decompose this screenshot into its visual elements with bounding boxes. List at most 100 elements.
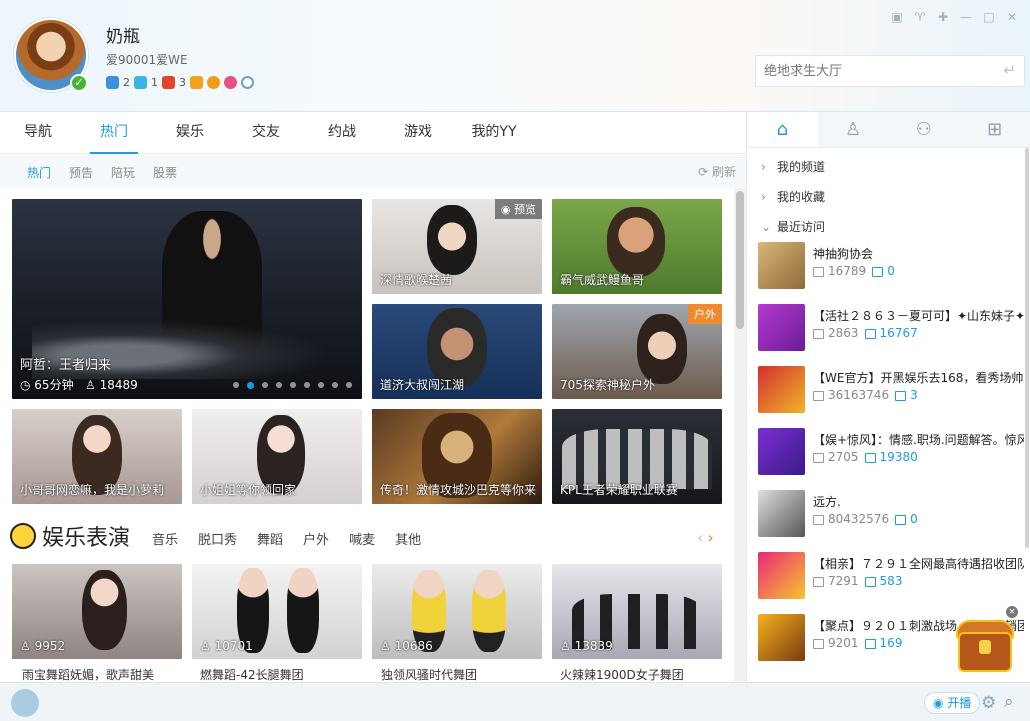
- tree-recent[interactable]: ⌄ 最近访问: [761, 212, 1030, 242]
- perf-title[interactable]: 火辣辣1900D女子舞团: [560, 666, 684, 683]
- scrollbar-thumb[interactable]: [736, 191, 744, 329]
- apps-grid-icon[interactable]: ⊞: [959, 112, 1030, 147]
- channel-thumbnail[interactable]: [758, 552, 805, 599]
- stream-tile[interactable]: 小姐姐等你领回家: [192, 409, 362, 504]
- recent-channel-item[interactable]: 神抽狗协会 16789 0: [758, 242, 1030, 304]
- carousel-dot[interactable]: [346, 382, 352, 388]
- heart-badge-icon[interactable]: [134, 76, 147, 89]
- friends-icon[interactable]: ⚇: [888, 112, 960, 147]
- minimize-icon[interactable]: —: [958, 9, 974, 25]
- skin-icon[interactable]: ▣: [889, 9, 905, 25]
- section-title[interactable]: 娱乐表演: [42, 520, 130, 552]
- right-scrollbar[interactable]: [1024, 148, 1030, 682]
- maximize-icon[interactable]: □: [981, 9, 997, 25]
- main-scrollbar[interactable]: [734, 189, 746, 684]
- carousel-dot[interactable]: [233, 382, 239, 388]
- smile-badge-icon[interactable]: [207, 76, 220, 89]
- carousel-dot[interactable]: [276, 382, 282, 388]
- channel-thumbnail[interactable]: [758, 428, 805, 475]
- channel-title[interactable]: 远方.: [813, 493, 1028, 510]
- carousel-dot[interactable]: [332, 382, 338, 388]
- carousel-dot[interactable]: [304, 382, 310, 388]
- perf-tile[interactable]: ♙ 13839: [552, 564, 722, 659]
- stream-tile[interactable]: 道济大叔闯江湖: [372, 304, 542, 399]
- next-arrow-icon[interactable]: ›: [707, 528, 713, 547]
- channel-title[interactable]: 【WE官方】开黑娱乐去168，看秀场帅哥: [813, 369, 1028, 386]
- tree-my-favorites[interactable]: › 我的收藏: [761, 182, 1030, 212]
- category-outdoor[interactable]: 户外: [303, 529, 329, 548]
- carousel-dot[interactable]: [247, 382, 254, 389]
- stream-tile[interactable]: ◉ 预览 深情歌喉楚茜: [372, 199, 542, 294]
- stream-tile[interactable]: 户外 705探索神秘户外: [552, 304, 722, 399]
- stream-tile[interactable]: 小哥哥网恋嘛，我是小萝莉: [12, 409, 182, 504]
- perf-title[interactable]: 燃舞蹈-42长腿舞团: [200, 666, 304, 683]
- refresh-button[interactable]: ⟳ 刷新: [698, 163, 736, 180]
- recent-channel-item[interactable]: 【活社２８６３－夏可可】✦山东妹子✦ 2863 16767: [758, 304, 1030, 366]
- stream-tile[interactable]: 传奇！激情攻城沙巴克等你来: [372, 409, 542, 504]
- channel-title[interactable]: 【活社２８６３－夏可可】✦山东妹子✦: [813, 307, 1028, 324]
- featured-stream-tile[interactable]: 阿哲：王者归来 ◷ 65分钟 ♙ 18489: [12, 199, 362, 399]
- category-music[interactable]: 音乐: [152, 529, 178, 548]
- user-name[interactable]: 奶瓶: [106, 22, 140, 47]
- search-input[interactable]: [756, 56, 986, 86]
- channel-title[interactable]: 【相亲】７２９１全网最高待遇招收团队: [813, 555, 1028, 572]
- channel-thumbnail[interactable]: [758, 366, 805, 413]
- channel-thumbnail[interactable]: [758, 490, 805, 537]
- v-badge-icon[interactable]: [162, 76, 175, 89]
- prev-arrow-icon[interactable]: ‹: [697, 528, 703, 547]
- search-icon[interactable]: ⌕: [1004, 692, 1014, 712]
- channel-thumbnail[interactable]: [758, 614, 805, 661]
- shirt-icon[interactable]: ♈: [912, 9, 928, 25]
- recent-channel-item[interactable]: 【相亲】７２９１全网最高待遇招收团队 7291 583: [758, 552, 1030, 614]
- treasure-chest-icon[interactable]: [952, 614, 1018, 676]
- channel-title[interactable]: 神抽狗协会: [813, 245, 1028, 262]
- carousel-dot[interactable]: [318, 382, 324, 388]
- scrollbar-thumb[interactable]: [1025, 148, 1029, 548]
- stream-tile[interactable]: KPL王者荣耀职业联赛: [552, 409, 722, 504]
- recent-channel-item[interactable]: 【娱+惊风】：情感.职场.问题解答。惊风 2705 19380: [758, 428, 1030, 490]
- subtab-preview[interactable]: 预告: [69, 164, 93, 181]
- gamepad-badge-icon[interactable]: [106, 76, 119, 89]
- tab-battle[interactable]: 约战: [304, 112, 380, 153]
- contact-icon[interactable]: ♙: [817, 112, 889, 147]
- tab-navigation[interactable]: 导航: [0, 112, 76, 153]
- eye-badge-icon[interactable]: [241, 76, 254, 89]
- close-icon[interactable]: ✕: [1004, 9, 1020, 25]
- perf-title[interactable]: 独领风骚时代舞团: [381, 666, 477, 683]
- enter-icon[interactable]: ↵: [1003, 61, 1016, 79]
- tab-my-yy[interactable]: 我的YY: [456, 112, 532, 153]
- user-signature[interactable]: 爱90001爱WE: [106, 51, 188, 68]
- subtab-companion[interactable]: 陪玩: [111, 164, 135, 181]
- channel-thumbnail[interactable]: [758, 304, 805, 351]
- stream-tile[interactable]: 霸气威武鳗鱼哥: [552, 199, 722, 294]
- love-badge-icon[interactable]: [224, 76, 237, 89]
- category-mc[interactable]: 喊麦: [349, 529, 375, 548]
- perf-tile[interactable]: ♙ 10686: [372, 564, 542, 659]
- mascot-icon[interactable]: [11, 689, 39, 717]
- home-icon[interactable]: ⌂: [747, 112, 818, 147]
- carousel-dot[interactable]: [262, 382, 268, 388]
- channel-thumbnail[interactable]: [758, 242, 805, 289]
- tab-games[interactable]: 游戏: [380, 112, 456, 153]
- puzzle-icon[interactable]: ✚: [935, 9, 951, 25]
- tree-my-channels[interactable]: › 我的频道: [761, 152, 1030, 182]
- gear-icon[interactable]: ⚙: [981, 693, 996, 713]
- tab-hot[interactable]: 热门: [76, 112, 152, 154]
- carousel-dot[interactable]: [290, 382, 296, 388]
- recent-channel-item[interactable]: 【WE官方】开黑娱乐去168，看秀场帅哥 36163746 3: [758, 366, 1030, 428]
- perf-tile[interactable]: ♙ 10701: [192, 564, 362, 659]
- subtab-stocks[interactable]: 股票: [153, 164, 177, 181]
- user-avatar[interactable]: ✓: [14, 18, 88, 92]
- category-other[interactable]: 其他: [395, 529, 421, 548]
- perf-title[interactable]: 雨宝舞蹈妩媚，歌声甜美: [22, 666, 154, 683]
- tab-social[interactable]: 交友: [228, 112, 304, 153]
- category-dance[interactable]: 舞蹈: [257, 529, 283, 548]
- play-badge-icon[interactable]: [190, 76, 203, 89]
- perf-tile[interactable]: ♙ 9952: [12, 564, 182, 659]
- tab-entertainment[interactable]: 娱乐: [152, 112, 228, 153]
- start-live-button[interactable]: ◉ 开播: [924, 692, 981, 714]
- category-talkshow[interactable]: 脱口秀: [198, 529, 237, 548]
- recent-channel-item[interactable]: 远方. 80432576 0: [758, 490, 1030, 552]
- subtab-hot[interactable]: 热门: [27, 164, 51, 181]
- channel-title[interactable]: 【娱+惊风】：情感.职场.问题解答。惊风: [813, 431, 1028, 448]
